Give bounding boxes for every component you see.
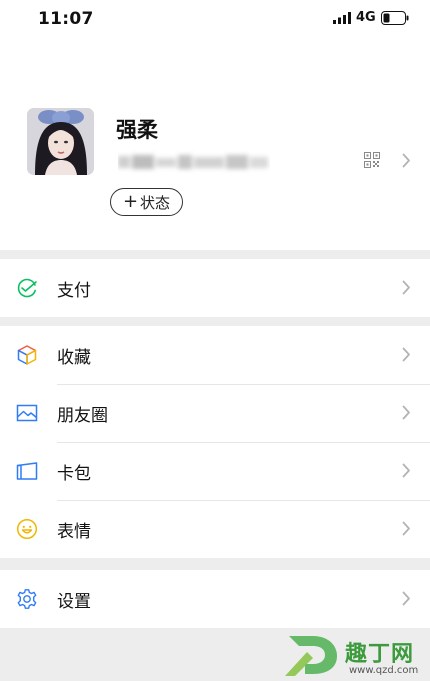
menu-item-cards[interactable]: 卡包 <box>0 442 430 500</box>
chevron-right-icon <box>402 591 410 606</box>
chevron-right-icon <box>402 347 410 362</box>
menu-item-label: 收藏 <box>57 348 91 368</box>
menu-item-moments[interactable]: 朋友圈 <box>0 384 430 442</box>
status-bar: 11:07 4G <box>0 0 430 38</box>
gear-icon <box>17 589 37 609</box>
plus-icon: + <box>122 191 139 212</box>
menu-item-label: 表情 <box>57 522 91 542</box>
menu-group-pay: 支付 <box>0 259 430 317</box>
menu-group-settings: 设置 <box>0 570 430 628</box>
watermark-title: 趣丁网 <box>345 642 415 667</box>
menu-item-stickers[interactable]: 表情 <box>0 500 430 558</box>
chevron-right-icon <box>402 463 410 478</box>
qr-code-icon[interactable] <box>364 152 380 168</box>
wallet-card-icon <box>16 462 38 480</box>
menu-item-label: 卡包 <box>57 464 91 484</box>
clock: 11:07 <box>38 9 94 29</box>
menu-item-label: 朋友圈 <box>57 406 108 426</box>
profile-card[interactable]: 强柔 + 状态 <box>0 38 430 250</box>
menu-item-settings[interactable]: 设置 <box>0 570 430 628</box>
wechat-id-redacted <box>118 155 268 169</box>
watermark-logo <box>285 636 337 676</box>
menu-item-pay[interactable]: 支付 <box>0 259 430 317</box>
picture-icon <box>16 404 38 422</box>
menu-item-label: 设置 <box>57 592 91 612</box>
battery-icon <box>381 11 409 25</box>
avatar[interactable] <box>27 108 94 175</box>
chevron-right-icon <box>402 280 410 295</box>
cell-signal-icon <box>333 12 351 24</box>
chevron-right-icon <box>402 521 410 536</box>
add-status-button[interactable]: + 状态 <box>110 188 183 216</box>
chevron-right-icon <box>402 405 410 420</box>
menu-item-label: 支付 <box>57 281 91 301</box>
menu-item-favorites[interactable]: 收藏 <box>0 326 430 384</box>
smiley-icon <box>16 518 38 540</box>
network-type: 4G <box>356 10 376 25</box>
menu-group-main: 收藏 朋友圈 卡包 表情 <box>0 326 430 558</box>
nickname: 强柔 <box>116 118 158 142</box>
watermark-url: www.qzd.com <box>349 665 419 676</box>
pay-check-icon <box>17 278 37 298</box>
avatar-image <box>27 108 94 175</box>
cube-icon <box>17 345 37 365</box>
status-button-label: 状态 <box>140 193 171 212</box>
chevron-right-icon <box>402 153 410 168</box>
